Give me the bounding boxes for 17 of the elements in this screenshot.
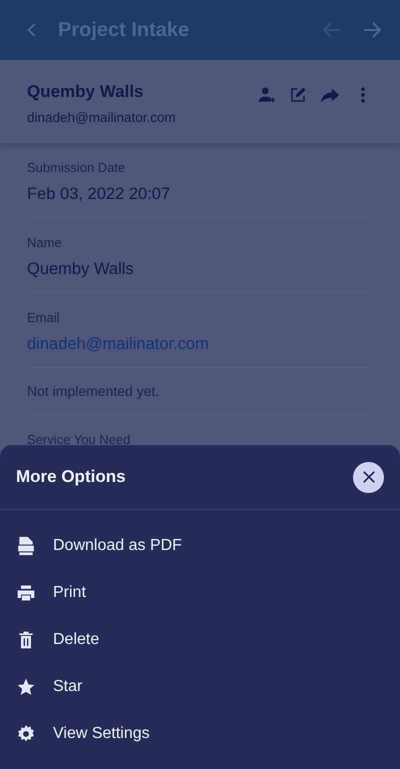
menu-item[interactable]: Download as PDF bbox=[0, 522, 400, 569]
contact-email: dinadeh@mailinator.com bbox=[27, 110, 177, 125]
add-person-icon[interactable] bbox=[257, 84, 277, 104]
field-value: Quemby Walls bbox=[27, 259, 135, 280]
menu-item[interactable]: Star bbox=[0, 663, 400, 710]
star-icon bbox=[16, 676, 36, 696]
settings-icon bbox=[16, 724, 36, 744]
menu-item[interactable]: Delete bbox=[0, 616, 400, 663]
menu-item[interactable]: Print bbox=[0, 569, 400, 616]
pdf-file-icon bbox=[16, 536, 36, 556]
contact-name: Quemby Walls bbox=[27, 82, 145, 102]
close-button[interactable] bbox=[353, 462, 384, 492]
edit-icon[interactable] bbox=[289, 86, 307, 104]
sheet-title: More Options bbox=[16, 467, 126, 487]
field-value: Feb 03, 2022 20:07 bbox=[27, 184, 172, 205]
menu-item[interactable]: View Settings bbox=[0, 710, 400, 757]
printer-icon bbox=[16, 582, 36, 602]
